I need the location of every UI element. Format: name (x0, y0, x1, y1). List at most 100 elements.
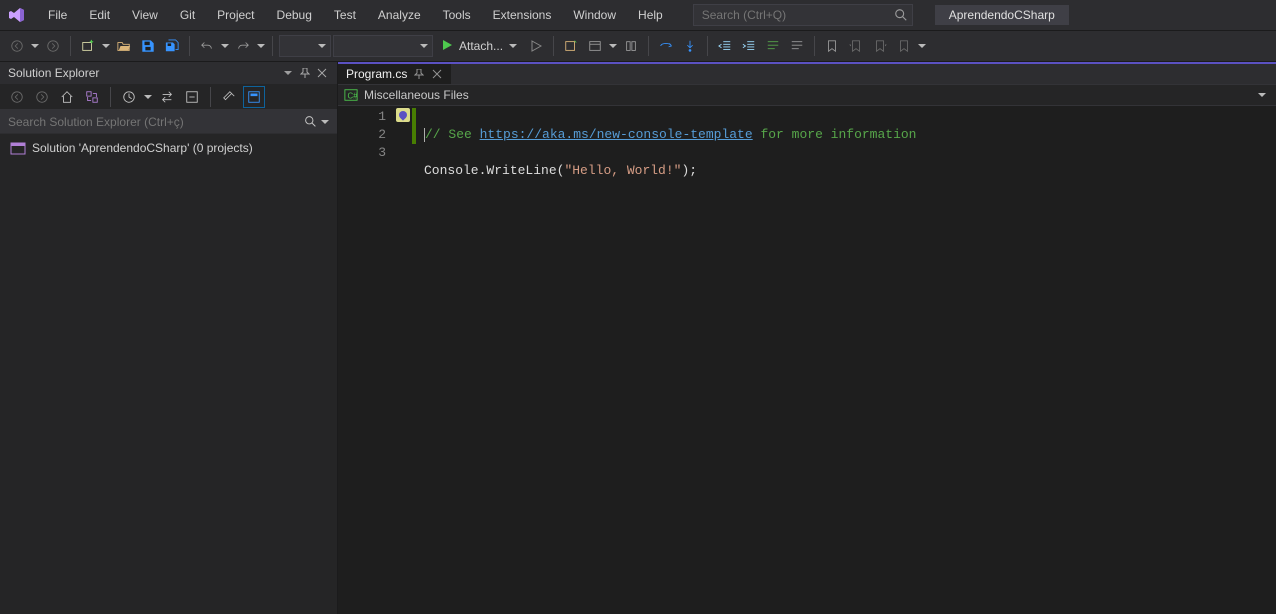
body-split: Solution Explorer (0, 62, 1276, 614)
close-icon[interactable] (431, 68, 443, 80)
se-pending-dropdown[interactable] (143, 95, 153, 99)
solution-tree[interactable]: Solution 'AprendendoCSharp' (0 projects) (0, 134, 337, 614)
solution-platform-combo[interactable] (333, 35, 433, 57)
suggestion-lightbulb-icon[interactable] (396, 108, 410, 122)
redo-dropdown[interactable] (256, 44, 266, 48)
toolbar-btn-c[interactable] (620, 35, 642, 57)
document-tab-program[interactable]: Program.cs (338, 64, 452, 84)
search-icon (304, 115, 317, 128)
nav-forward-button[interactable] (42, 35, 64, 57)
se-preview-button[interactable] (243, 86, 265, 108)
solution-config-combo[interactable] (279, 35, 331, 57)
nav-scope-combo[interactable]: Miscellaneous Files (364, 88, 1270, 102)
pin-icon[interactable] (413, 68, 425, 80)
menu-extensions[interactable]: Extensions (483, 4, 562, 26)
save-all-button[interactable] (161, 35, 183, 57)
editor-area: Program.cs C# Miscellaneous Files 1 2 3 (338, 62, 1276, 614)
solution-root-node[interactable]: Solution 'AprendendoCSharp' (0 projects) (8, 138, 329, 158)
start-without-debug-button[interactable] (525, 35, 547, 57)
comment-button[interactable] (762, 35, 784, 57)
indent-more-button[interactable] (738, 35, 760, 57)
step-over-button[interactable] (655, 35, 677, 57)
toolbar-separator (110, 87, 111, 107)
toolbar-separator (814, 36, 815, 56)
solution-explorer-search-input[interactable] (8, 115, 304, 129)
editor-nav-bar: C# Miscellaneous Files (338, 84, 1276, 106)
panel-dropdown-icon[interactable] (281, 66, 295, 80)
new-project-button[interactable] (77, 35, 99, 57)
menu-project[interactable]: Project (207, 4, 264, 26)
solution-explorer-search[interactable] (0, 110, 337, 134)
se-sync-button[interactable] (156, 86, 178, 108)
se-back-button[interactable] (6, 86, 28, 108)
undo-dropdown[interactable] (220, 44, 230, 48)
attach-debugger-button[interactable]: Attach... (435, 35, 523, 57)
toolbar-btn-b[interactable] (584, 35, 606, 57)
play-icon (441, 39, 453, 54)
solution-explorer-title-bar[interactable]: Solution Explorer (0, 62, 337, 84)
menu-test[interactable]: Test (324, 4, 366, 26)
bookmark-prev-button[interactable] (845, 35, 867, 57)
added-lines-indicator (412, 108, 416, 144)
open-file-button[interactable] (113, 35, 135, 57)
new-project-dropdown[interactable] (101, 44, 111, 48)
solution-explorer-panel: Solution Explorer (0, 62, 338, 614)
bookmark-next-button[interactable] (869, 35, 891, 57)
indent-less-button[interactable] (714, 35, 736, 57)
menu-git[interactable]: Git (170, 4, 205, 26)
se-collapse-button[interactable] (181, 86, 203, 108)
menu-bar: File Edit View Git Project Debug Test An… (0, 0, 1276, 30)
toolbar-separator (707, 36, 708, 56)
toolbar-btn-b-dropdown[interactable] (608, 44, 618, 48)
solution-root-label: Solution 'AprendendoCSharp' (0 projects) (32, 141, 253, 155)
se-home-button[interactable] (56, 86, 78, 108)
csharp-project-icon: C# (344, 88, 358, 102)
se-switch-views-button[interactable] (81, 86, 103, 108)
nav-back-dropdown[interactable] (30, 44, 40, 48)
undo-button[interactable] (196, 35, 218, 57)
uncomment-button[interactable] (786, 35, 808, 57)
bookmark-dropdown[interactable] (917, 44, 927, 48)
menu-analyze[interactable]: Analyze (368, 4, 431, 26)
glyph-margin (394, 106, 412, 614)
code-text[interactable]: // See https://aka.ms/new-console-templa… (418, 106, 1276, 614)
line-number: 1 (338, 108, 386, 126)
step-into-button[interactable] (679, 35, 701, 57)
menu-view[interactable]: View (122, 4, 168, 26)
line-number-gutter: 1 2 3 (338, 106, 394, 614)
menu-edit[interactable]: Edit (79, 4, 120, 26)
code-area[interactable]: 1 2 3 // See https://aka.ms/new-console-… (338, 106, 1276, 614)
se-properties-button[interactable] (218, 86, 240, 108)
save-button[interactable] (137, 35, 159, 57)
chevron-down-icon[interactable] (321, 120, 329, 124)
menu-help[interactable]: Help (628, 4, 673, 26)
solution-name-badge[interactable]: AprendendoCSharp (935, 5, 1069, 25)
menu-debug[interactable]: Debug (267, 4, 322, 26)
se-forward-button[interactable] (31, 86, 53, 108)
attach-label: Attach... (459, 39, 503, 53)
se-pending-changes-button[interactable] (118, 86, 140, 108)
solution-explorer-title: Solution Explorer (8, 66, 99, 80)
bookmark-button[interactable] (821, 35, 843, 57)
document-tab-well: Program.cs (338, 62, 1276, 84)
bookmark-clear-button[interactable] (893, 35, 915, 57)
menu-tools[interactable]: Tools (433, 4, 481, 26)
solution-icon (10, 140, 26, 156)
toolbar-separator (272, 36, 273, 56)
global-search-input[interactable] (702, 8, 894, 22)
global-search-box[interactable] (693, 4, 913, 26)
menu-file[interactable]: File (38, 4, 77, 26)
chevron-down-icon (509, 44, 517, 48)
chevron-down-icon (1258, 93, 1266, 97)
toolbar-separator (70, 36, 71, 56)
toolbar-separator (553, 36, 554, 56)
redo-button[interactable] (232, 35, 254, 57)
panel-pin-icon[interactable] (298, 66, 312, 80)
panel-close-icon[interactable] (315, 66, 329, 80)
tab-label: Program.cs (346, 67, 407, 81)
toolbar-btn-a[interactable] (560, 35, 582, 57)
menu-window[interactable]: Window (563, 4, 626, 26)
line-number: 3 (338, 144, 386, 162)
nav-back-button[interactable] (6, 35, 28, 57)
toolbar-separator (210, 87, 211, 107)
